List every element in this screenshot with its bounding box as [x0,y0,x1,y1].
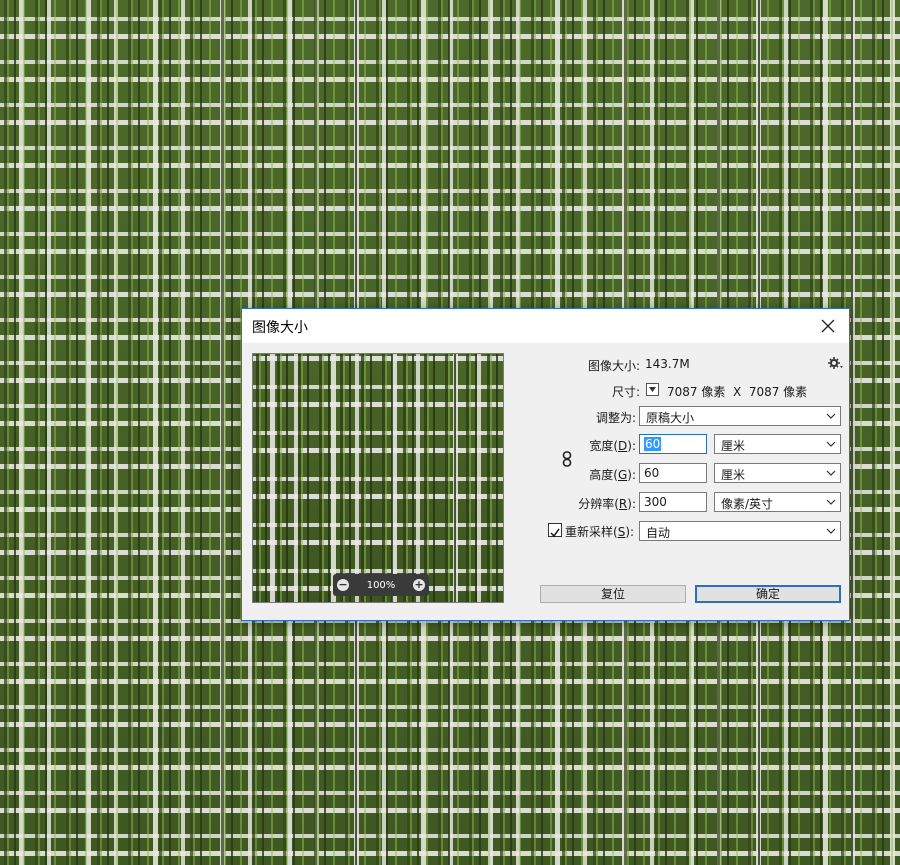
height-label: 高度(G): [589,468,636,482]
chain-link-icon[interactable] [562,451,572,467]
height-unit-select[interactable]: 厘米 [714,463,841,483]
fit-to-label: 调整为: [595,411,636,425]
image-preview[interactable]: − 100% + [252,353,504,603]
chevron-down-icon [826,413,836,419]
resolution-unit-value: 像素/英寸 [721,497,774,511]
close-icon [821,319,835,333]
dimensions-unit-toggle[interactable] [646,383,659,396]
resolution-unit-select[interactable]: 像素/英寸 [714,492,841,512]
fit-to-value: 原稿大小 [646,411,695,425]
image-size-dialog: 图像大小 − 100% + 图像大小: 143.7M 尺寸: 7087 像素 X… [241,308,850,621]
width-unit-value: 厘米 [721,439,746,453]
width-value: 60 [644,437,662,451]
resample-checkbox[interactable] [548,523,562,538]
resample-select[interactable]: 自动 [639,521,841,541]
image-size-label: 图像大小: [587,359,640,373]
resolution-value: 300 [644,495,667,509]
height-unit-value: 厘米 [721,468,746,482]
fit-to-select[interactable]: 原稿大小 [639,406,841,426]
zoom-out-icon[interactable]: − [337,579,349,591]
triangle-down-icon [649,387,656,392]
zoom-level: 100% [366,579,396,591]
width-input[interactable]: 60 [639,434,707,454]
chevron-down-icon [826,499,836,505]
resolution-label: 分辨率(R): [578,497,636,511]
resolution-input[interactable]: 300 [639,492,707,512]
chevron-down-icon [826,470,836,476]
width-label: 宽度(D): [589,439,636,453]
dimensions-label: 尺寸: [611,385,640,399]
image-size-value: 143.7M [645,357,690,371]
width-unit-select[interactable]: 厘米 [714,434,841,454]
reset-button[interactable]: 复位 [540,585,686,603]
close-button[interactable] [815,313,841,339]
resample-label: 重新采样(S): [565,525,635,539]
dimensions-value: 7087 像素 X 7087 像素 [667,385,808,399]
dialog-titlebar[interactable]: 图像大小 [242,309,849,343]
zoom-in-icon[interactable]: + [413,579,425,591]
height-value: 60 [644,466,660,480]
height-input[interactable]: 60 [639,463,707,483]
check-icon [550,528,560,538]
chevron-down-icon [826,441,836,447]
ok-button[interactable]: 确定 [695,585,841,603]
chevron-down-icon [826,528,836,534]
dialog-title: 图像大小 [252,320,308,336]
resample-value: 自动 [646,526,671,540]
zoom-bar: − 100% + [333,574,429,596]
gear-icon[interactable] [827,355,843,371]
